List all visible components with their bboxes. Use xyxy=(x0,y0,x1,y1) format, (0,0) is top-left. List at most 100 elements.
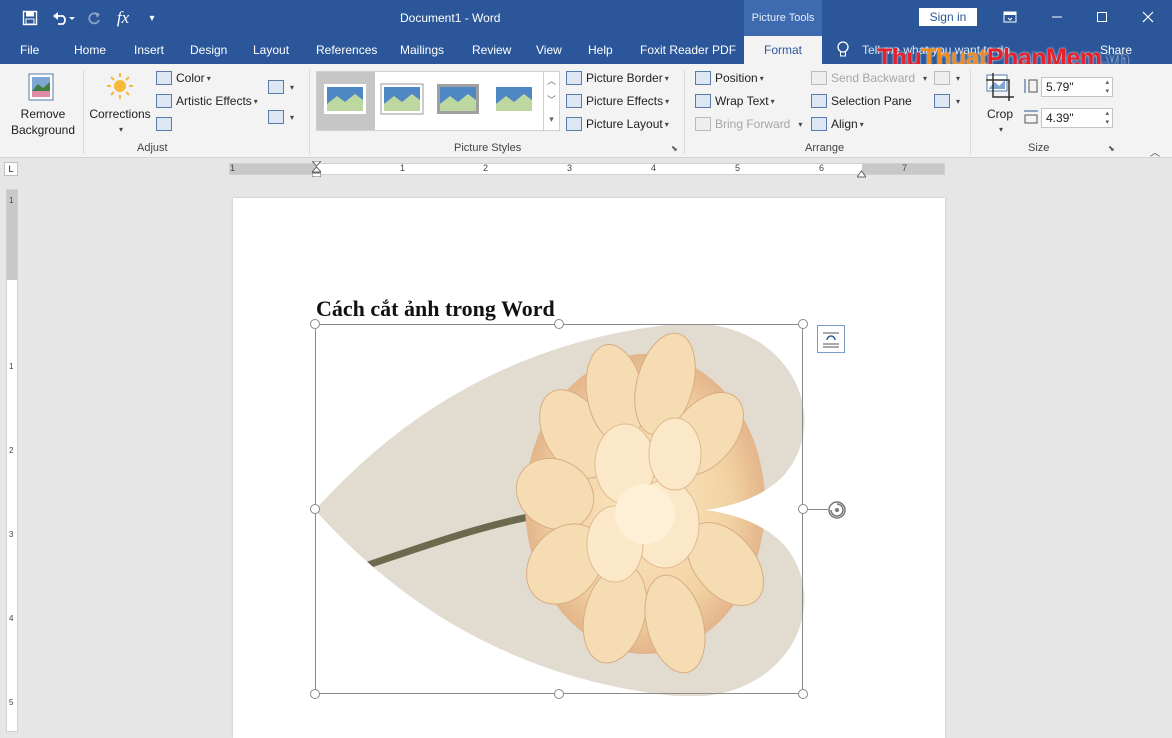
picture-border-icon xyxy=(566,71,582,85)
collapse-ribbon-icon[interactable]: ︿ xyxy=(1150,144,1160,159)
tab-selector-icon[interactable]: L xyxy=(4,162,18,176)
wrap-text-icon xyxy=(695,94,711,108)
tab-review[interactable]: Review xyxy=(472,36,511,64)
tab-design[interactable]: Design xyxy=(190,36,227,64)
tab-home[interactable]: Home xyxy=(74,36,106,64)
style-thumbnail[interactable] xyxy=(317,72,375,130)
picture-effects-button[interactable]: Picture Effects ▾ xyxy=(566,94,669,108)
tab-references[interactable]: References xyxy=(316,36,377,64)
picture-layout-icon xyxy=(566,117,582,131)
wrap-text-button[interactable]: Wrap Text ▾ xyxy=(695,94,775,108)
vertical-ruler[interactable]: 1 1 2 3 4 5 xyxy=(6,189,18,732)
tab-help[interactable]: Help xyxy=(588,36,613,64)
gallery-scroll[interactable]: ︿ ﹀ ▾ xyxy=(543,72,559,130)
color-icon xyxy=(156,71,172,85)
picture-styles-group-label: Picture Styles xyxy=(454,142,522,154)
artistic-effects-button[interactable]: Artistic Effects ▾ xyxy=(156,94,258,108)
tab-foxit-reader-pdf[interactable]: Foxit Reader PDF xyxy=(640,36,736,64)
color-button[interactable]: Color ▾ xyxy=(156,71,211,85)
align-button[interactable]: Align ▾ xyxy=(811,117,864,131)
reset-picture-button[interactable]: ▾ xyxy=(268,110,294,124)
compress-pictures-button[interactable] xyxy=(156,117,176,131)
resize-handle[interactable] xyxy=(310,689,320,699)
shape-width-icon xyxy=(1023,109,1039,125)
change-picture-button[interactable]: ▾ xyxy=(268,80,294,94)
undo-icon[interactable] xyxy=(50,7,78,29)
remove-background-icon xyxy=(28,72,58,104)
adjust-group-label: Adjust xyxy=(137,142,168,154)
compress-icon xyxy=(156,117,172,131)
restore-icon[interactable] xyxy=(1088,4,1116,30)
picture-selection-box xyxy=(315,324,803,694)
close-icon[interactable] xyxy=(1134,4,1162,30)
width-field[interactable]: 4.39" ▴ ▾ xyxy=(1041,108,1113,128)
resize-handle[interactable] xyxy=(310,319,320,329)
title-bar: fx ▾ Document1 - Word Picture Tools Sign… xyxy=(0,0,1172,36)
remove-background-button[interactable]: Remove Background xyxy=(8,106,78,138)
function-icon[interactable]: fx xyxy=(112,7,134,29)
artistic-effects-icon xyxy=(156,94,172,108)
rotate-objects-icon xyxy=(934,94,950,108)
right-indent-marker[interactable] xyxy=(856,167,867,178)
dialog-launcher-icon[interactable]: ⬊ xyxy=(671,144,678,153)
resize-handle[interactable] xyxy=(798,319,808,329)
save-icon[interactable] xyxy=(19,7,41,29)
resize-handle[interactable] xyxy=(798,689,808,699)
document-heading[interactable]: Cách cắt ảnh trong Word xyxy=(316,296,555,322)
indent-marker[interactable] xyxy=(310,160,323,178)
change-picture-icon xyxy=(268,80,284,94)
picture-styles-gallery: ︿ ﹀ ▾ xyxy=(316,71,560,131)
picture-border-button[interactable]: Picture Border ▾ xyxy=(566,71,669,85)
height-field[interactable]: 5.79" ▴ ▾ xyxy=(1041,77,1113,97)
customize-icon[interactable]: ▾ xyxy=(141,7,163,29)
tab-view[interactable]: View xyxy=(536,36,562,64)
align-icon xyxy=(811,117,827,131)
document-title: Document1 - Word xyxy=(400,11,501,25)
resize-handle[interactable] xyxy=(798,504,808,514)
tab-layout[interactable]: Layout xyxy=(253,36,289,64)
send-backward-icon xyxy=(811,71,827,85)
rotate-button[interactable]: ▾ xyxy=(934,94,960,108)
arrange-group-label: Arrange xyxy=(805,142,845,154)
position-icon xyxy=(695,71,711,85)
bring-forward-button[interactable]: Bring Forward ▾ xyxy=(695,117,802,131)
size-group-label: Size xyxy=(1028,142,1050,154)
corrections-button[interactable]: Corrections ▾ xyxy=(86,106,154,138)
resize-handle[interactable] xyxy=(554,319,564,329)
resize-handle[interactable] xyxy=(310,504,320,514)
lightbulb-icon xyxy=(837,41,849,57)
layout-options-icon[interactable] xyxy=(817,325,845,353)
group-button[interactable]: ▾ xyxy=(934,71,960,85)
sun-icon xyxy=(106,72,134,100)
sign-in-button[interactable]: Sign in xyxy=(919,8,977,26)
selection-pane-icon xyxy=(811,94,827,108)
rotate-handle-icon[interactable] xyxy=(826,499,848,521)
style-thumbnail[interactable] xyxy=(435,80,483,120)
picture-tools-label: Picture Tools xyxy=(744,0,822,36)
shape-height-icon xyxy=(1023,78,1039,94)
tab-format[interactable]: Format xyxy=(744,36,822,64)
picture-layout-button[interactable]: Picture Layout ▾ xyxy=(566,117,669,131)
minimize-icon[interactable] xyxy=(1043,4,1071,30)
style-thumbnail[interactable] xyxy=(491,80,539,120)
group-icon xyxy=(934,71,950,85)
rotate-connector xyxy=(808,509,828,510)
horizontal-ruler[interactable]: 1 1 2 3 4 5 6 7 xyxy=(229,160,945,178)
crop-icon xyxy=(985,72,1015,102)
redo-icon[interactable] xyxy=(83,7,105,29)
crop-button[interactable]: Crop ▾ xyxy=(980,106,1020,138)
resize-handle[interactable] xyxy=(554,689,564,699)
picture-effects-icon xyxy=(566,94,582,108)
bring-forward-icon xyxy=(695,117,711,131)
size-dialog-launcher-icon[interactable]: ⬊ xyxy=(1108,144,1115,153)
tab-file[interactable]: File xyxy=(20,36,39,64)
ribbon-display-icon[interactable] xyxy=(996,4,1024,30)
send-backward-button[interactable]: Send Backward ▾ xyxy=(811,71,927,85)
tab-mailings[interactable]: Mailings xyxy=(400,36,444,64)
style-thumbnail[interactable] xyxy=(379,80,427,120)
reset-picture-icon xyxy=(268,110,284,124)
tab-insert[interactable]: Insert xyxy=(134,36,164,64)
selection-pane-button[interactable]: Selection Pane xyxy=(811,94,912,108)
position-button[interactable]: Position ▾ xyxy=(695,71,764,85)
ribbon: Remove Background Corrections ▾ Color ▾ A… xyxy=(0,64,1172,159)
